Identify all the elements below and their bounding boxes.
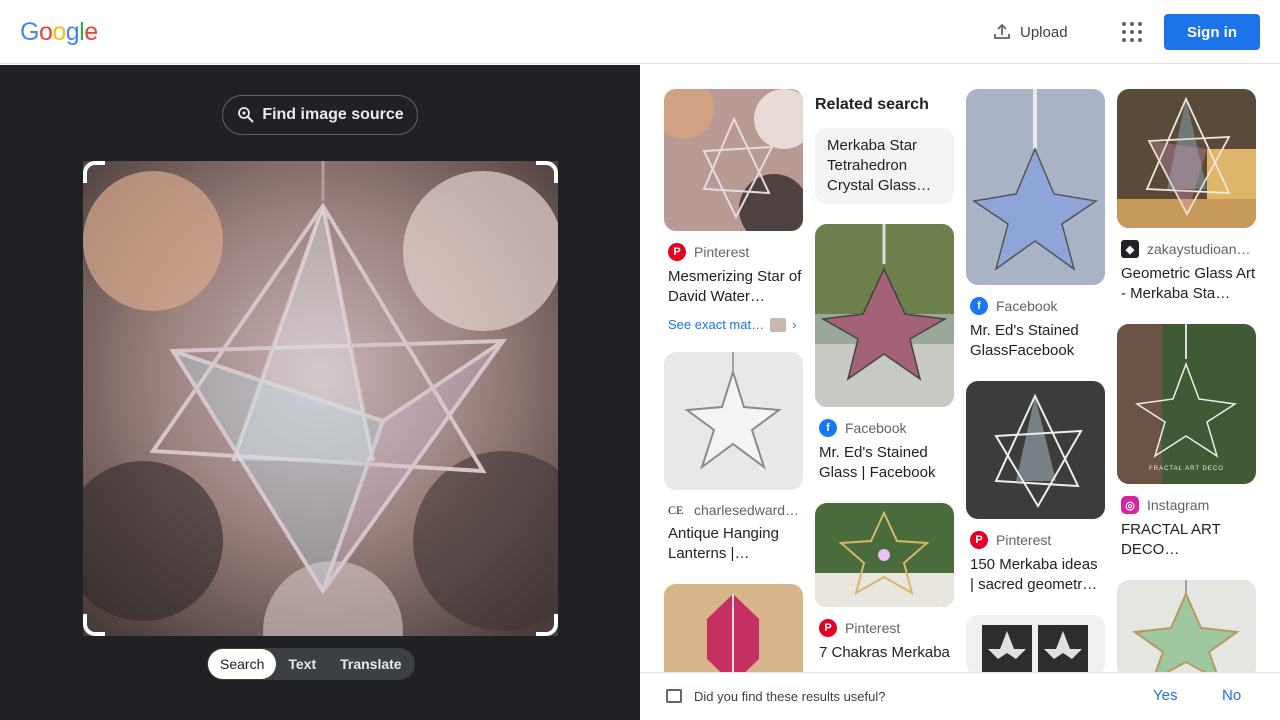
source-name: zakaystudioan… [1147, 241, 1251, 257]
visual-matches: P Pinterest Mesmerizing Star of David Wa… [640, 65, 1280, 672]
related-search-chip[interactable]: Merkaba Star Tetrahedron Crystal Glass… [815, 128, 954, 204]
chevron-right-icon: › [792, 317, 797, 332]
result-source: CE charlesedward… [664, 502, 803, 518]
mode-search-tab[interactable]: Search [208, 649, 277, 679]
result-card[interactable]: P Pinterest 7 Chakras Merkaba [815, 503, 954, 663]
crop-handle[interactable] [83, 614, 105, 636]
mode-text-tab[interactable]: Text [276, 649, 328, 679]
logo-letter: g [65, 18, 80, 46]
result-thumbnail[interactable] [815, 224, 954, 407]
upload-icon [994, 23, 1010, 39]
logo-letter: o [38, 18, 53, 46]
upload-button[interactable]: Upload [992, 20, 1068, 44]
results-column: ◆ zakaystudioan… Geometric Glass Art - M… [1117, 89, 1256, 672]
result-thumbnail[interactable] [966, 89, 1105, 285]
source-name: Facebook [845, 420, 907, 436]
result-card[interactable]: P Pinterest Mesmerizing Star of David Wa… [664, 89, 803, 332]
result-thumbnail-wrap: FRACTAL ART DECO [1117, 324, 1256, 484]
result-title[interactable]: Mr. Ed's Stained Glass | Facebook [815, 443, 954, 483]
logo-letter: e [84, 18, 98, 46]
facebook-icon: f [970, 297, 988, 315]
result-source: f Facebook [815, 419, 954, 437]
query-image[interactable] [83, 161, 558, 636]
result-title[interactable]: Mesmerizing Star of David Water… [664, 267, 803, 307]
result-source: ◎ Instagram [1117, 496, 1256, 514]
logo-letter: G [20, 18, 39, 46]
thumbnail-caption: FRACTAL ART DECO [1149, 466, 1224, 472]
merkaba-photo [83, 161, 558, 636]
facebook-icon: f [819, 419, 837, 437]
crop-handle[interactable] [83, 161, 105, 183]
result-title[interactable]: 150 Merkaba ideas | sacred geometr… [966, 555, 1105, 595]
source-name: Instagram [1147, 497, 1210, 513]
related-search-heading: Related search [815, 96, 929, 113]
crop-handle[interactable] [536, 161, 558, 183]
feedback-question: Did you find these results useful? [694, 689, 886, 704]
results-column: f Facebook Mr. Ed's Stained GlassFaceboo… [966, 89, 1105, 672]
feedback-bar: Did you find these results useful? Yes N… [640, 672, 1280, 720]
result-source: f Facebook [966, 297, 1105, 315]
result-thumbnail[interactable] [966, 381, 1105, 519]
pinterest-icon: P [819, 619, 837, 637]
result-card[interactable]: FRACTAL ART DECO ◎ Instagram FRACTAL ART… [1117, 324, 1256, 560]
instagram-icon: ◎ [1121, 496, 1139, 514]
pinterest-icon: P [668, 243, 686, 261]
result-card[interactable]: f Facebook Mr. Ed's Stained GlassFaceboo… [966, 89, 1105, 361]
results-column: Related search Merkaba Star Tetrahedron … [815, 89, 954, 663]
source-name: Facebook [996, 298, 1058, 314]
result-thumbnail[interactable] [815, 503, 954, 607]
result-card[interactable]: f Facebook Mr. Ed's Stained Glass | Face… [815, 224, 954, 483]
source-name: Pinterest [845, 620, 901, 636]
result-thumbnail[interactable] [1117, 89, 1256, 228]
result-thumbnail[interactable] [664, 584, 803, 672]
feedback-yes-button[interactable]: Yes [1153, 687, 1177, 704]
feedback-icon [666, 689, 682, 703]
ce-logo-icon: CE [668, 502, 684, 517]
result-thumbnail[interactable] [664, 89, 803, 231]
result-card[interactable] [1117, 580, 1256, 672]
exact-match-thumb [770, 317, 787, 332]
result-card[interactable]: CE charlesedward… Antique Hanging Lanter… [664, 352, 803, 564]
result-thumbnail[interactable] [664, 352, 803, 490]
zakay-logo-icon: ◆ [1121, 240, 1139, 258]
result-source: P Pinterest [664, 243, 803, 261]
result-title[interactable]: Geometric Glass Art - Merkaba Sta… [1117, 264, 1256, 304]
result-source: P Pinterest [815, 619, 954, 637]
result-card[interactable] [966, 615, 1105, 672]
result-thumbnail[interactable] [966, 615, 1105, 672]
apps-grid-icon[interactable] [1120, 20, 1144, 44]
results-column: P Pinterest Mesmerizing Star of David Wa… [664, 89, 803, 672]
pinterest-icon: P [970, 531, 988, 549]
lens-mode-switcher: Search Text Translate [207, 648, 415, 680]
upload-label: Upload [1020, 23, 1068, 41]
see-exact-matches-link[interactable]: See exact mat… › [664, 317, 803, 332]
source-name: Pinterest [996, 532, 1052, 548]
exact-matches-label: See exact mat… [668, 317, 765, 332]
result-title[interactable]: Antique Hanging Lanterns | Bespok… [664, 524, 803, 564]
result-title[interactable]: Mr. Ed's Stained GlassFacebook [966, 321, 1105, 361]
mode-translate-tab[interactable]: Translate [328, 649, 413, 679]
lens-search-icon [238, 107, 255, 123]
query-image-panel: Find image source Search Text Translate [0, 65, 640, 720]
result-source: ◆ zakaystudioan… [1117, 240, 1256, 258]
result-thumbnail[interactable] [1117, 580, 1256, 672]
source-name: Pinterest [694, 244, 750, 260]
header: Google Upload Sign in [0, 0, 1280, 64]
sign-in-button[interactable]: Sign in [1164, 14, 1260, 50]
result-source: P Pinterest [966, 531, 1105, 549]
result-title[interactable]: FRACTAL ART DECO… [1117, 520, 1256, 560]
logo-letter: o [52, 18, 66, 46]
find-image-source-button[interactable]: Find image source [222, 95, 418, 135]
result-card[interactable]: P Pinterest 150 Merkaba ideas | sacred g… [966, 381, 1105, 595]
find-image-source-label: Find image source [262, 106, 404, 123]
google-logo[interactable]: Google [20, 18, 98, 47]
feedback-no-button[interactable]: No [1222, 687, 1241, 704]
source-name: charlesedward… [694, 502, 800, 518]
result-card[interactable]: ◆ zakaystudioan… Geometric Glass Art - M… [1117, 89, 1256, 304]
result-title[interactable]: 7 Chakras Merkaba [815, 643, 954, 663]
result-card[interactable] [664, 584, 803, 672]
result-thumbnail[interactable] [1117, 324, 1256, 484]
